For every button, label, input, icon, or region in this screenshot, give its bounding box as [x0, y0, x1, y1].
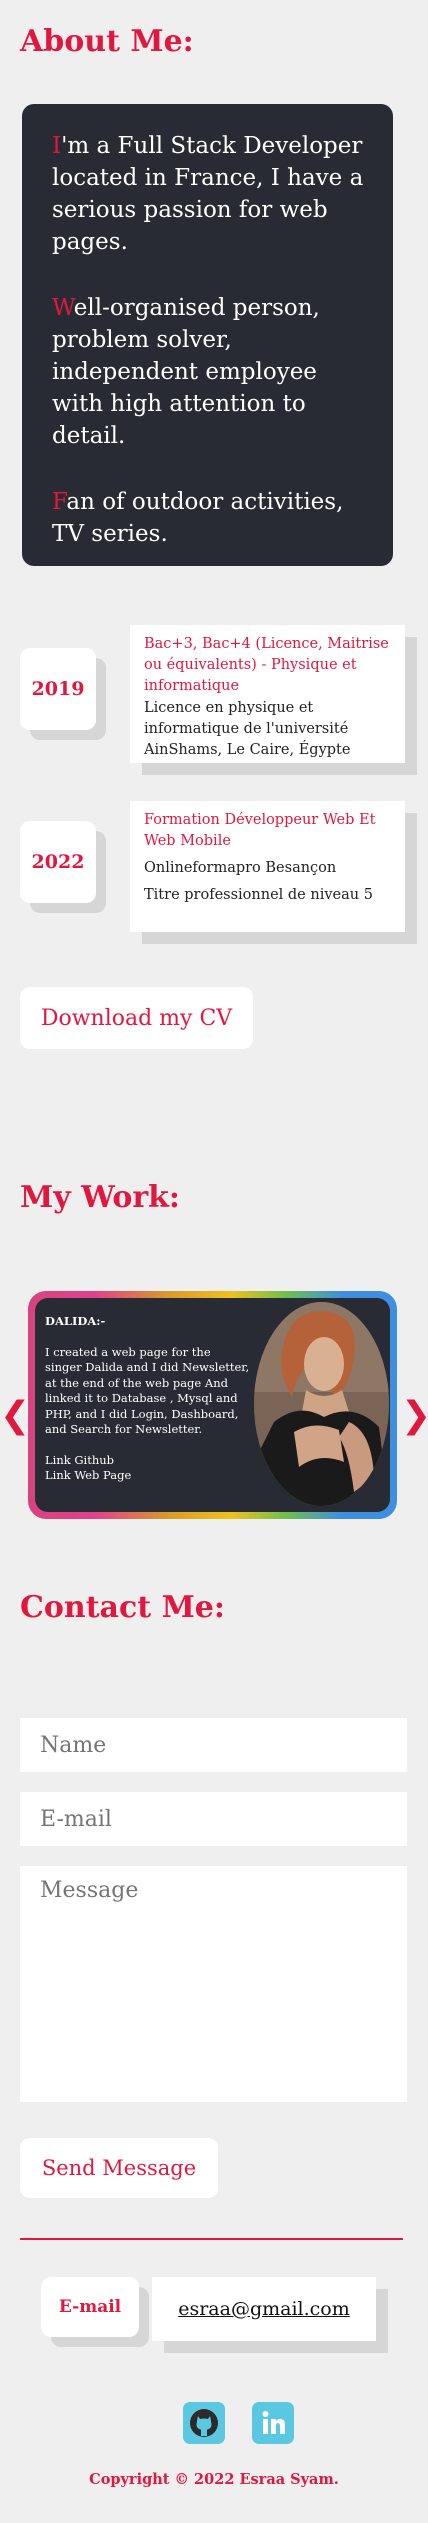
github-link[interactable]: Link Github — [45, 1453, 250, 1469]
github-icon[interactable] — [183, 2402, 225, 2444]
send-message-button[interactable]: Send Message — [20, 2138, 218, 2198]
contact-title: Contact Me: — [20, 1590, 225, 1625]
education-detail: Titre professionnel de niveau 5 — [144, 887, 373, 903]
about-paragraph: Well-organised person, problem solver, i… — [52, 292, 365, 452]
about-card: I'm a Full Stack Developer located in Fr… — [22, 104, 393, 566]
divider — [20, 2238, 403, 2240]
year-badge: 2022 — [20, 821, 96, 903]
education-card: Formation Développeur Web Et Web Mobile … — [130, 801, 405, 932]
chevron-left-icon[interactable]: ❮ — [0, 1398, 30, 1434]
download-cv-button[interactable]: Download my CV — [20, 987, 253, 1049]
project-card: DALIDA:- I created a web page for the si… — [28, 1291, 397, 1519]
message-textarea[interactable] — [20, 1866, 407, 2102]
portrait-illustration — [254, 1302, 389, 1506]
about-text: an of outdoor activities, TV series. — [52, 489, 344, 547]
about-title: About Me: — [20, 24, 194, 59]
education-card: Bac+3, Bac+4 (Licence, Maitrise ou équiv… — [130, 625, 405, 763]
drop-letter: I — [52, 133, 62, 159]
about-paragraph: I'm a Full Stack Developer located in Fr… — [52, 130, 365, 258]
project-image — [254, 1302, 389, 1506]
email-link[interactable]: esraa@gmail.com — [152, 2277, 376, 2341]
project-card-inner: DALIDA:- I created a web page for the si… — [35, 1298, 390, 1512]
email-input[interactable] — [20, 1792, 407, 1846]
project-description: I created a web page for the singer Dali… — [45, 1344, 250, 1437]
footer-copyright: Copyright © 2022 Esraa Syam. — [89, 2471, 339, 2488]
about-text: 'm a Full Stack Developer located in Fra… — [52, 133, 364, 255]
linkedin-icon[interactable] — [252, 2402, 294, 2444]
work-title: My Work: — [20, 1180, 181, 1215]
web-page-link[interactable]: Link Web Page — [45, 1468, 250, 1484]
education-title: Formation Développeur Web Et Web Mobile — [144, 812, 376, 849]
chevron-right-icon[interactable]: ❯ — [401, 1398, 428, 1434]
drop-letter: F — [52, 489, 67, 515]
year-badge: 2019 — [20, 648, 96, 730]
about-paragraph: Fan of outdoor activities, TV series. — [52, 486, 365, 550]
education-detail: Onlineformapro Besançon — [144, 860, 337, 876]
drop-letter: W — [52, 295, 74, 321]
education-title: Bac+3, Bac+4 (Licence, Maitrise ou équiv… — [144, 636, 389, 694]
about-text: ell-organised person, problem solver, in… — [52, 295, 320, 449]
name-input[interactable] — [20, 1718, 407, 1772]
email-label: E-mail — [41, 2277, 139, 2337]
project-name: DALIDA:- — [45, 1314, 106, 1328]
education-detail: Licence en physique et informatique de l… — [144, 700, 351, 758]
project-text: DALIDA:- I created a web page for the si… — [45, 1314, 250, 1484]
